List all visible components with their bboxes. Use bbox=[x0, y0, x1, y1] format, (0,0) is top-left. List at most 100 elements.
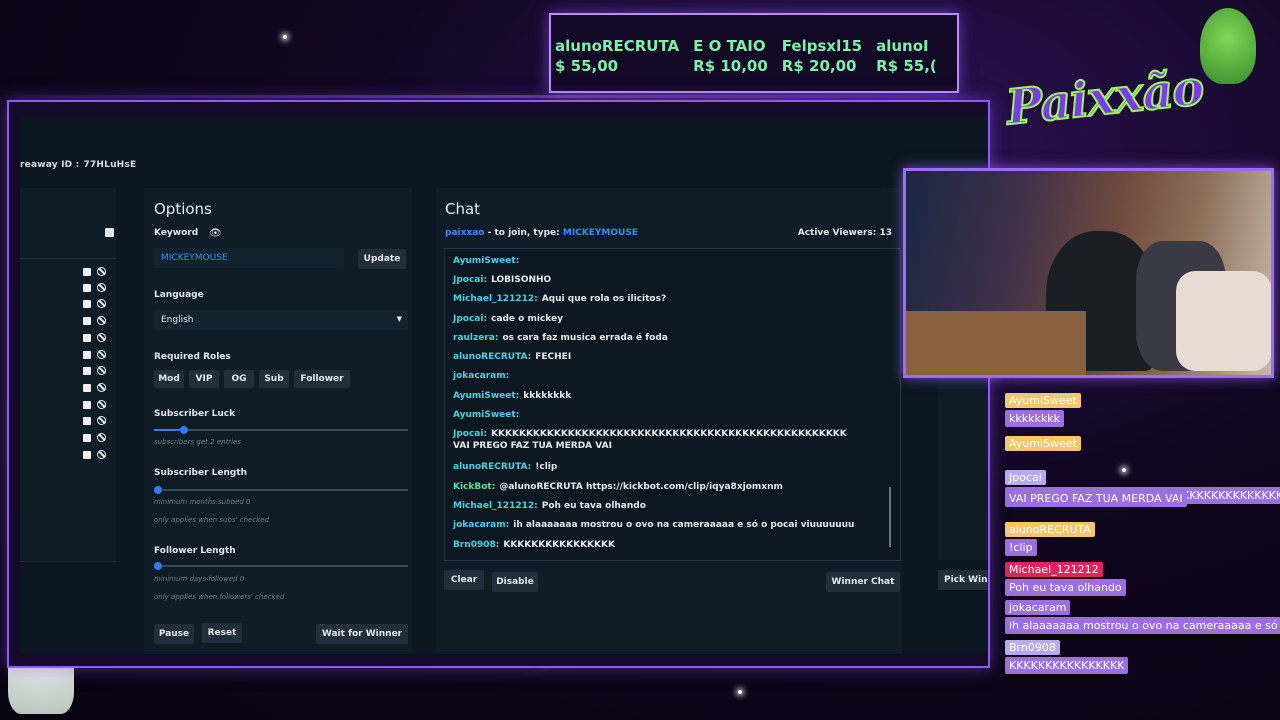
list-item bbox=[83, 416, 106, 425]
chat-panel: Chat paixxao - to join, type: MICKEYMOUS… bbox=[436, 188, 902, 654]
checkbox-icon[interactable] bbox=[83, 366, 91, 375]
entries-list bbox=[20, 258, 116, 562]
overlay-message-text: Poh eu tava olhando bbox=[1005, 579, 1126, 596]
join-instructions: paixxao - to join, type: MICKEYMOUSE bbox=[445, 228, 638, 238]
chat-message: Jpocai: cade o mickey bbox=[453, 313, 563, 325]
chat-text: !clip bbox=[535, 462, 558, 472]
chat-username: Jpocai: bbox=[453, 314, 488, 324]
checkbox-icon[interactable] bbox=[83, 416, 91, 425]
chat-message: Michael_121212: Poh eu tava olhando bbox=[453, 500, 646, 512]
chat-username: AyumiSweet: bbox=[453, 256, 520, 266]
ban-icon[interactable] bbox=[97, 366, 106, 375]
checkbox-icon[interactable] bbox=[83, 400, 91, 409]
ban-icon[interactable] bbox=[97, 350, 106, 359]
pause-button[interactable]: Pause bbox=[154, 624, 194, 644]
ban-icon[interactable] bbox=[97, 433, 106, 442]
role-og-toggle[interactable]: OG bbox=[224, 370, 254, 388]
role-sub-toggle[interactable]: Sub bbox=[259, 370, 289, 388]
chat-text: LOBISONHO bbox=[491, 275, 552, 285]
copy-icon[interactable] bbox=[105, 228, 114, 237]
checkbox-icon[interactable] bbox=[83, 383, 91, 392]
overlay-message-text: ih alaaaaaaa mostrou o ovo na cameraaaaa… bbox=[1005, 617, 1280, 634]
overlay-message-text: KKKKKKKKKKKKKKKK bbox=[1005, 657, 1129, 674]
role-vip-toggle[interactable]: VIP bbox=[189, 370, 219, 388]
chat-username: alunoRECRUTA: bbox=[453, 352, 532, 362]
overlay-chat-message: AyumiSweet kkkkkkkk bbox=[1005, 393, 1081, 427]
checkbox-icon[interactable] bbox=[83, 299, 91, 308]
overlay-username: AyumiSweet bbox=[1005, 393, 1081, 408]
ban-icon[interactable] bbox=[97, 299, 106, 308]
language-select[interactable]: English ▼ bbox=[154, 310, 408, 330]
disable-button[interactable]: Disable bbox=[492, 572, 538, 592]
role-follower-toggle[interactable]: Follower bbox=[294, 370, 350, 388]
list-item bbox=[83, 450, 106, 459]
slider-knob[interactable] bbox=[154, 562, 162, 570]
chat-message: VAI PREGO FAZ TUA MERDA VAI bbox=[453, 440, 612, 452]
ban-icon[interactable] bbox=[97, 333, 106, 342]
chat-message: raulzera: os cara faz musica errada é fod… bbox=[453, 332, 668, 344]
webcam-feed bbox=[903, 168, 1274, 378]
chat-message: jokacaram: ih alaaaaaaa mostrou o ovo na … bbox=[453, 519, 854, 531]
eye-icon[interactable]: 👁 bbox=[209, 228, 222, 239]
checkbox-icon[interactable] bbox=[83, 283, 91, 292]
join-text: - to join, type: bbox=[484, 228, 563, 238]
giveaway-app: reaway ID :77HLuHsE Options Keyword 👁 MI… bbox=[20, 116, 988, 654]
role-mod-toggle[interactable]: Mod bbox=[154, 370, 184, 388]
chat-username: Jpocai: bbox=[453, 429, 488, 439]
slider-knob[interactable] bbox=[154, 486, 162, 494]
chat-message: Jpocai: LOBISONHO bbox=[453, 274, 551, 286]
subscriber-length-note: minimum months subbed 0 bbox=[154, 498, 251, 506]
list-item bbox=[83, 299, 106, 308]
subscriber-length-note: only applies when subs' checked bbox=[154, 516, 269, 524]
chat-text: kkkkkkkk bbox=[523, 391, 572, 401]
winner-chat-button[interactable]: Winner Chat bbox=[826, 572, 900, 592]
light-streak bbox=[0, 95, 1000, 98]
ban-icon[interactable] bbox=[97, 316, 106, 325]
subscriber-luck-slider[interactable] bbox=[154, 426, 408, 434]
ban-icon[interactable] bbox=[97, 383, 106, 392]
keyword-input[interactable]: MICKEYMOUSE bbox=[154, 248, 344, 268]
donation-item: alunoRECRUTA $ 55,00 bbox=[555, 37, 680, 75]
ban-icon[interactable] bbox=[97, 450, 106, 459]
chat-text: Aqui que rola os ilicitos? bbox=[541, 294, 667, 304]
checkbox-icon[interactable] bbox=[83, 350, 91, 359]
reset-button[interactable]: Reset bbox=[202, 623, 242, 643]
chat-scrollbar[interactable] bbox=[889, 487, 891, 547]
chat-text: @alunoRECRUTA https://kickbot.com/clip/i… bbox=[499, 482, 783, 492]
list-item bbox=[83, 400, 106, 409]
overlay-message-text: kkkkkkkk bbox=[1005, 410, 1064, 427]
list-item bbox=[83, 433, 106, 442]
ban-icon[interactable] bbox=[97, 283, 106, 292]
ban-icon[interactable] bbox=[97, 400, 106, 409]
slider-knob[interactable] bbox=[180, 426, 189, 434]
checkbox-icon[interactable] bbox=[83, 433, 91, 442]
chat-message: alunoRECRUTA: FECHEI bbox=[453, 351, 571, 363]
checkbox-icon[interactable] bbox=[83, 316, 91, 325]
follower-length-note: minimum days followed 0 bbox=[154, 575, 245, 583]
list-item bbox=[83, 366, 106, 375]
chat-text: KKKKKKKKKKKKKKKKKKKKKKKKKKKKKKKKKKKKKKKK… bbox=[491, 429, 847, 439]
overlay-chat-message: jokacaram ih alaaaaaaa mostrou o ovo na c… bbox=[1005, 600, 1280, 634]
overlay-chat-message: VAI PREGO FAZ TUA MERDA VAI bbox=[1005, 488, 1187, 507]
ban-icon[interactable] bbox=[97, 267, 106, 276]
list-item bbox=[83, 350, 106, 359]
chat-username: Michael_121212: bbox=[453, 501, 538, 511]
donation-item: Felpsxl15 R$ 20,00 bbox=[781, 37, 863, 75]
ban-icon[interactable] bbox=[97, 416, 106, 425]
chat-username: raulzera: bbox=[453, 333, 499, 343]
pick-winner-button[interactable]: Pick Win bbox=[938, 570, 988, 590]
star-sparkle bbox=[283, 35, 287, 39]
chat-text: VAI PREGO FAZ TUA MERDA VAI bbox=[453, 441, 612, 451]
clear-button[interactable]: Clear bbox=[444, 570, 484, 590]
checkbox-icon[interactable] bbox=[83, 450, 91, 459]
subscriber-length-label: Subscriber Length bbox=[154, 468, 248, 478]
update-button[interactable]: Update bbox=[358, 249, 406, 269]
checkbox-icon[interactable] bbox=[83, 333, 91, 342]
follower-length-slider[interactable] bbox=[154, 562, 408, 570]
chat-username: jokacaram: bbox=[453, 520, 510, 530]
active-viewers: Active Viewers: 13 bbox=[797, 228, 892, 238]
wait-for-winner-button[interactable]: Wait for Winner bbox=[316, 624, 408, 644]
chat-message: Jpocai: KKKKKKKKKKKKKKKKKKKKKKKKKKKKKKKKK… bbox=[453, 428, 847, 440]
checkbox-icon[interactable] bbox=[83, 267, 91, 276]
subscriber-length-slider[interactable] bbox=[154, 486, 408, 494]
